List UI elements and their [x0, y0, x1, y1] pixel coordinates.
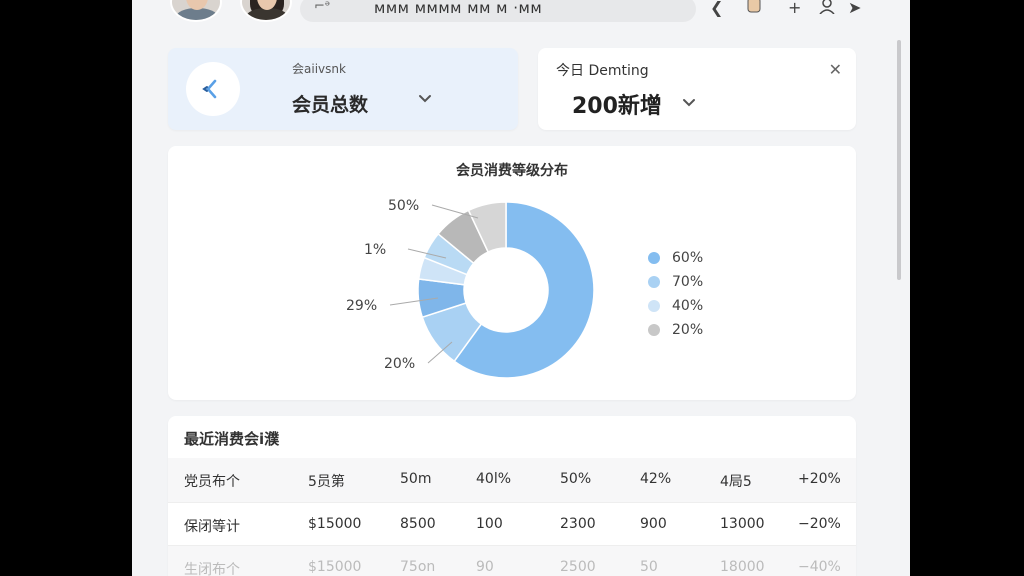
- search-prefix: ⌐ᵊ: [314, 0, 331, 14]
- chevron-down-icon[interactable]: [682, 96, 696, 112]
- search-text: ᴍᴍᴍ ᴍᴍᴍᴍ ᴍᴍ ᴍ ·ᴍᴍ: [374, 0, 543, 17]
- member-level-chart: 会员消费等级分布 50% 1% 29% 20% 60% 70% 40% 20%: [168, 146, 856, 400]
- table-row[interactable]: 党员布个 5员第 50m 40l% 50% 42% 4局5 +20%: [168, 458, 856, 502]
- legend-dot: [648, 252, 660, 264]
- letterbox-right: [910, 0, 1024, 576]
- table-cell: $15000: [308, 516, 362, 532]
- slice-label-0: 50%: [388, 198, 419, 214]
- legend-dot: [648, 276, 660, 288]
- slice-label-3: 20%: [384, 356, 415, 372]
- recent-consumption-table: 最近消费会i濮 党员布个 5员第 50m 40l% 50% 42% 4局5 +20% 保闭等计 $…: [168, 416, 856, 576]
- user-icon[interactable]: [818, 0, 836, 18]
- letterbox-left: [0, 0, 132, 576]
- today-new-card[interactable]: 今日 Demting 200新增 ✕: [538, 48, 856, 130]
- table-cell: 2300: [560, 516, 596, 532]
- table-cell: 8500: [400, 516, 436, 532]
- table-cell: 18000: [720, 559, 765, 575]
- legend-item-2[interactable]: 40%: [648, 294, 703, 318]
- table-cell: 50: [640, 559, 658, 575]
- slice-label-1: 1%: [364, 242, 386, 258]
- legend-label: 40%: [672, 298, 704, 314]
- table-cell: 75on: [400, 559, 436, 575]
- table-cell: 13000: [720, 516, 765, 532]
- table-cell: 900: [640, 516, 667, 532]
- chart-legend: 60% 70% 40% 20%: [648, 246, 703, 342]
- scrollbar-thumb[interactable]: [897, 40, 901, 280]
- legend-label: 20%: [672, 322, 704, 338]
- table-cell: +20%: [798, 471, 841, 487]
- table-cell: 50%: [560, 471, 592, 487]
- member-total-card[interactable]: 会aiivsnk 会员总数: [168, 48, 518, 130]
- slice-label-2: 29%: [346, 298, 377, 314]
- table-row[interactable]: 生闭布个 $15000 75on 90 2500 50 18000 −40%: [168, 546, 856, 576]
- member-total-value: 会员总数: [292, 94, 369, 116]
- chevron-left-icon: [202, 79, 217, 99]
- legend-label: 60%: [672, 250, 704, 266]
- legend-item-1[interactable]: 70%: [648, 270, 703, 294]
- table-title: 最近消费会i濮: [184, 430, 280, 448]
- legend-item-3[interactable]: 20%: [648, 318, 703, 342]
- table-cell: 40l%: [476, 471, 512, 487]
- donut-chart: 50% 1% 29% 20%: [346, 198, 595, 379]
- table-cell: 党员布个: [184, 474, 240, 490]
- today-caption: 今日 Demting: [556, 63, 649, 79]
- table-cell: 2500: [560, 559, 596, 575]
- top-bar: ⌐ᵊ ᴍᴍᴍ ᴍᴍᴍᴍ ᴍᴍ ᴍ ·ᴍᴍ ❮ + ➤: [132, 0, 910, 26]
- avatar-user-2[interactable]: [240, 0, 292, 22]
- table-cell: −40%: [798, 559, 841, 575]
- legend-dot: [648, 300, 660, 312]
- send-icon[interactable]: ➤: [848, 0, 861, 17]
- back-button[interactable]: [186, 62, 240, 116]
- legend-item-0[interactable]: 60%: [648, 246, 703, 270]
- back-arrow-icon[interactable]: ❮: [710, 0, 723, 17]
- close-icon[interactable]: ✕: [829, 60, 842, 79]
- table-cell: $15000: [308, 559, 362, 575]
- table-cell: 保闭等计: [184, 519, 240, 535]
- table-cell: 90: [476, 559, 494, 575]
- profile-icon[interactable]: [744, 0, 764, 20]
- app-screen: ⌐ᵊ ᴍᴍᴍ ᴍᴍᴍᴍ ᴍᴍ ᴍ ·ᴍᴍ ❮ + ➤ 会aiivsnk 会员总数…: [132, 0, 910, 576]
- scrollbar[interactable]: [894, 0, 902, 576]
- legend-dot: [648, 324, 660, 336]
- table-cell: 生闭布个: [184, 562, 240, 576]
- table-row[interactable]: 保闭等计 $15000 8500 100 2300 900 13000 −20%: [168, 502, 856, 546]
- table-cell: 42%: [640, 471, 672, 487]
- chevron-down-icon[interactable]: [418, 92, 432, 108]
- table-cell: 5员第: [308, 474, 345, 490]
- table-cell: −20%: [798, 516, 841, 532]
- table-cell: 4局5: [720, 474, 752, 490]
- table-cell: 50m: [400, 471, 432, 487]
- avatar-user-1[interactable]: [170, 0, 222, 22]
- legend-label: 70%: [672, 274, 704, 290]
- search-input[interactable]: ⌐ᵊ ᴍᴍᴍ ᴍᴍᴍᴍ ᴍᴍ ᴍ ·ᴍᴍ: [300, 0, 696, 22]
- table-cell: 100: [476, 516, 503, 532]
- today-new-value: 200新增: [572, 94, 662, 119]
- member-total-caption: 会aiivsnk: [292, 62, 346, 76]
- add-icon[interactable]: +: [788, 0, 801, 17]
